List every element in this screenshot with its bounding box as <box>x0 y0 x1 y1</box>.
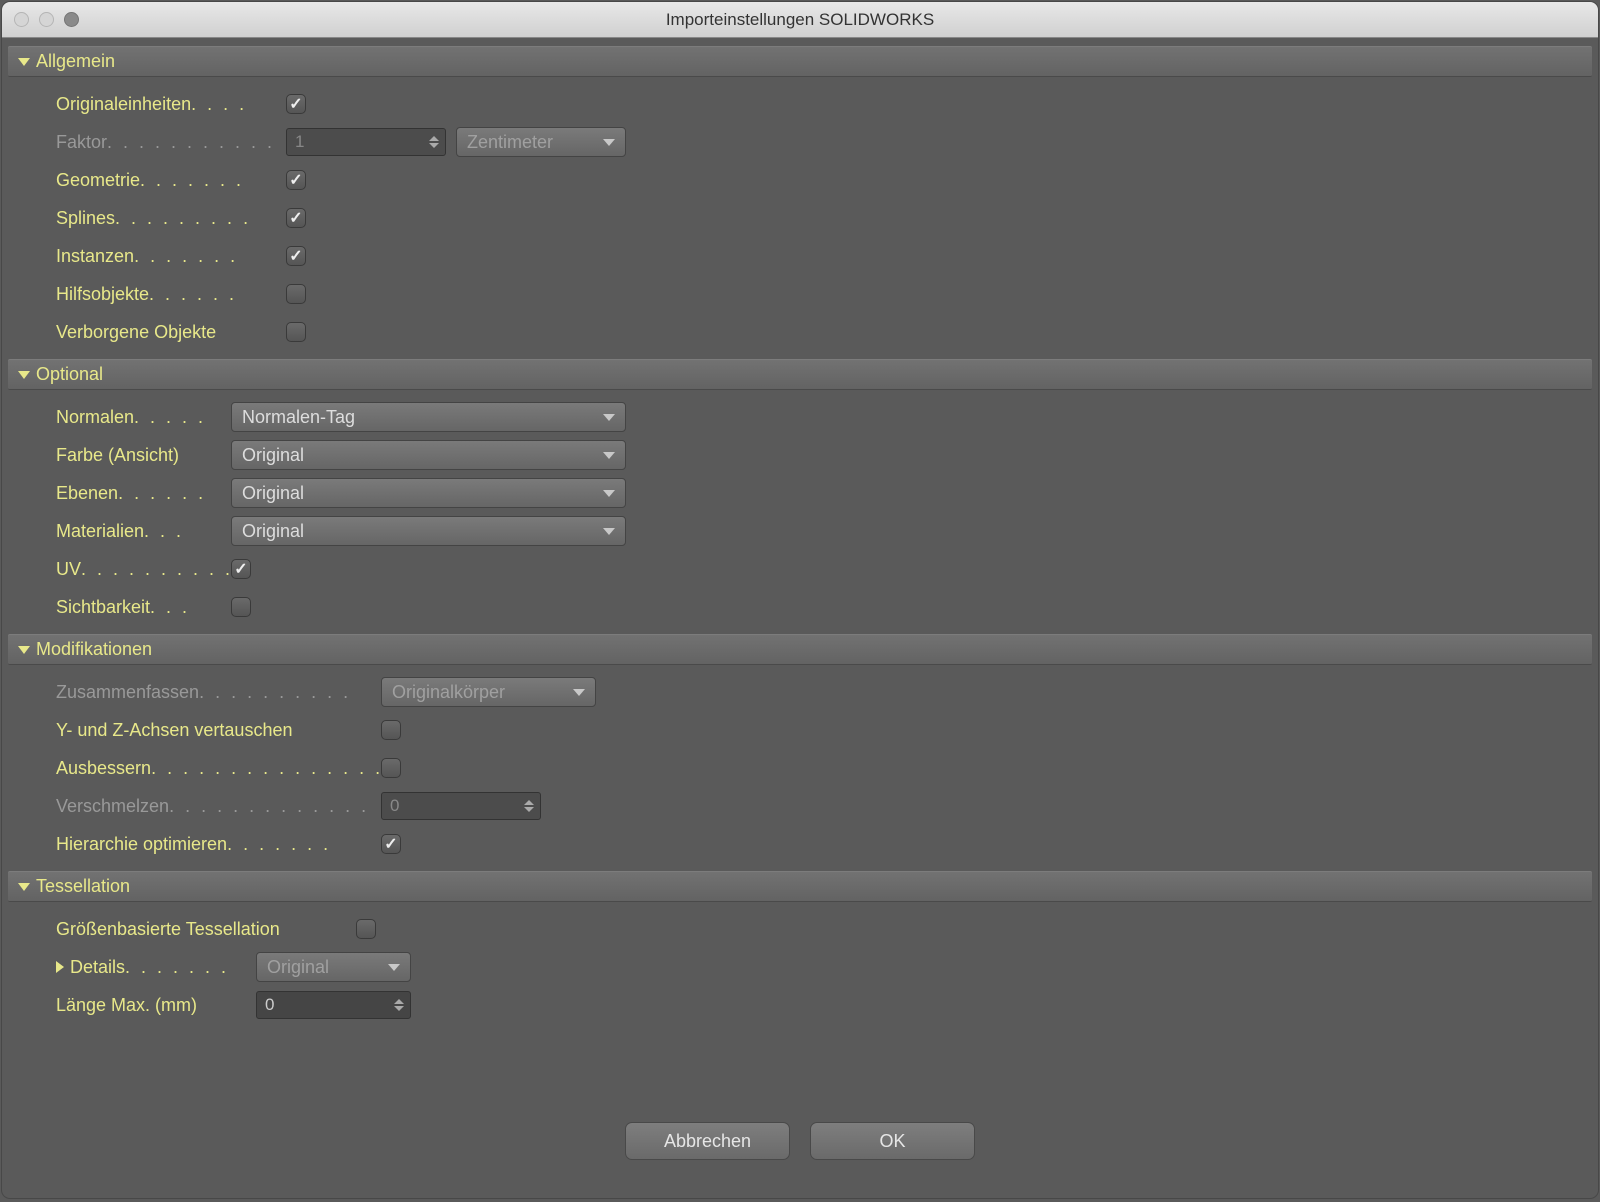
dialog-content: Allgemein Originaleinheiten . . . . Fakt… <box>2 38 1598 1180</box>
zoom-window-button[interactable] <box>64 12 79 27</box>
dropdown-faktor-unit[interactable]: Zentimeter <box>456 127 626 157</box>
checkbox-ausbessern[interactable] <box>381 758 401 778</box>
section-title: Tessellation <box>36 876 130 897</box>
label-splines: Splines <box>56 208 115 229</box>
disclosure-down-icon <box>18 646 30 654</box>
disclosure-down-icon <box>18 58 30 66</box>
checkbox-sichtbarkeit[interactable] <box>231 597 251 617</box>
label-details: Details <box>70 957 125 978</box>
label-originaleinheiten: Originaleinheiten <box>56 94 191 115</box>
dropdown-ebenen[interactable]: Original <box>231 478 626 508</box>
section-title: Optional <box>36 364 103 385</box>
button-bar: Abbrechen OK <box>8 1102 1592 1180</box>
label-farbe: Farbe (Ansicht) <box>56 445 179 466</box>
checkbox-originaleinheiten[interactable] <box>286 94 306 114</box>
dropdown-normalen[interactable]: Normalen-Tag <box>231 402 626 432</box>
section-header-tessellation[interactable]: Tessellation <box>8 871 1592 902</box>
disclosure-down-icon <box>18 883 30 891</box>
input-verschmelzen[interactable]: 0 <box>381 792 541 820</box>
section-header-modifikationen[interactable]: Modifikationen <box>8 634 1592 665</box>
chevron-down-icon <box>603 528 615 535</box>
checkbox-hilfsobjekte[interactable] <box>286 284 306 304</box>
checkbox-verborgene[interactable] <box>286 322 306 342</box>
close-window-button[interactable] <box>14 12 29 27</box>
label-materialien: Materialien <box>56 521 144 542</box>
checkbox-splines[interactable] <box>286 208 306 228</box>
checkbox-groessen[interactable] <box>356 919 376 939</box>
section-body-allgemein: Originaleinheiten . . . . Faktor . . . .… <box>8 77 1592 359</box>
section-body-modifikationen: Zusammenfassen . . . . . . . . . . Origi… <box>8 665 1592 871</box>
dropdown-details[interactable]: Original <box>256 952 411 982</box>
label-hilfsobjekte: Hilfsobjekte <box>56 284 149 305</box>
chevron-down-icon <box>603 490 615 497</box>
cancel-button[interactable]: Abbrechen <box>625 1122 790 1160</box>
label-faktor: Faktor <box>56 132 107 153</box>
dropdown-materialien[interactable]: Original <box>231 516 626 546</box>
label-hierarchie: Hierarchie optimieren <box>56 834 227 855</box>
dropdown-zusammenfassen[interactable]: Originalkörper <box>381 677 596 707</box>
checkbox-instanzen[interactable] <box>286 246 306 266</box>
section-body-tessellation: Größenbasierte Tessellation Details . . … <box>8 902 1592 1032</box>
label-verborgene: Verborgene Objekte <box>56 322 216 343</box>
label-zusammenfassen: Zusammenfassen <box>56 682 199 703</box>
chevron-down-icon <box>603 452 615 459</box>
label-sichtbarkeit: Sichtbarkeit <box>56 597 150 618</box>
checkbox-uv[interactable] <box>231 559 251 579</box>
chevron-down-icon <box>603 139 615 146</box>
label-uv: UV <box>56 559 81 580</box>
section-body-optional: Normalen . . . . . Normalen-Tag Farbe (A… <box>8 390 1592 634</box>
section-title: Allgemein <box>36 51 115 72</box>
section-header-optional[interactable]: Optional <box>8 359 1592 390</box>
label-laenge: Länge Max. (mm) <box>56 995 197 1016</box>
disclosure-down-icon <box>18 371 30 379</box>
chevron-down-icon <box>573 689 585 696</box>
label-verschmelzen: Verschmelzen <box>56 796 169 817</box>
checkbox-yz[interactable] <box>381 720 401 740</box>
titlebar: Importeinstellungen SOLIDWORKS <box>2 2 1598 38</box>
section-header-allgemein[interactable]: Allgemein <box>8 46 1592 77</box>
disclosure-right-icon[interactable] <box>56 961 64 973</box>
label-instanzen: Instanzen <box>56 246 134 267</box>
chevron-down-icon <box>388 964 400 971</box>
minimize-window-button[interactable] <box>39 12 54 27</box>
window-controls <box>14 12 79 27</box>
checkbox-hierarchie[interactable] <box>381 834 401 854</box>
window-title: Importeinstellungen SOLIDWORKS <box>666 10 934 30</box>
dialog-window: Importeinstellungen SOLIDWORKS Allgemein… <box>2 2 1598 1198</box>
dropdown-farbe[interactable]: Original <box>231 440 626 470</box>
checkbox-geometrie[interactable] <box>286 170 306 190</box>
label-ebenen: Ebenen <box>56 483 118 504</box>
label-groessen: Größenbasierte Tessellation <box>56 919 280 940</box>
label-ausbessern: Ausbessern <box>56 758 151 779</box>
label-yz: Y- und Z-Achsen vertauschen <box>56 720 292 741</box>
ok-button[interactable]: OK <box>810 1122 975 1160</box>
input-laenge[interactable]: 0 <box>256 991 411 1019</box>
input-faktor[interactable]: 1 <box>286 128 446 156</box>
chevron-down-icon <box>603 414 615 421</box>
label-normalen: Normalen <box>56 407 134 428</box>
label-geometrie: Geometrie <box>56 170 140 191</box>
section-title: Modifikationen <box>36 639 152 660</box>
